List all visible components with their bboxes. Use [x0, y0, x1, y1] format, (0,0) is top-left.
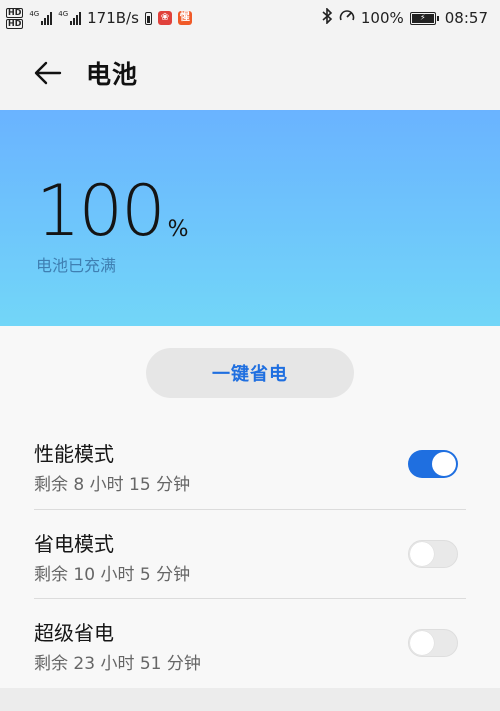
power-mode-list: 性能模式 剩余 8 小时 15 分钟 省电模式 剩余 10 小时 5 分钟 超级… [0, 420, 500, 687]
hd-badge-1: HD [6, 7, 24, 18]
battery-level-number: 100 [36, 170, 166, 252]
battery-level-panel: 100 % 电池已充满 [0, 110, 500, 326]
page-title: 电池 [86, 60, 139, 89]
hd-badge-2: HD [6, 18, 24, 29]
mode-row-ultra-saving[interactable]: 超级省电 剩余 23 小时 51 分钟 [34, 598, 466, 687]
status-bar: HD HD 4G 4G 171B/s ❀ 惺 100% ⚡ 08:57 [0, 0, 500, 36]
app-notification-icon: ❀ [157, 11, 172, 25]
notification-battery-icon [144, 11, 152, 25]
battery-settings-screen: HD HD 4G 4G 171B/s ❀ 惺 100% ⚡ 08:57 电池 1… [0, 0, 500, 711]
status-bar-left: HD HD 4G 4G 171B/s ❀ 惺 [6, 7, 192, 29]
clock: 08:57 [444, 9, 488, 27]
status-bar-right: 100% ⚡ 08:57 [322, 7, 488, 28]
mode-name: 超级省电 [34, 621, 114, 645]
battery-level: 100 % [36, 176, 189, 246]
battery-icon: ⚡ [409, 11, 439, 25]
bottom-strip [0, 688, 500, 711]
signal-icon: 4G [29, 10, 53, 25]
performance-mode-toggle[interactable] [408, 450, 458, 478]
battery-status-text: 电池已充满 [36, 256, 117, 275]
content-panel: 一键省电 性能模式 剩余 8 小时 15 分钟 省电模式 剩余 10 小时 5 … [0, 326, 500, 688]
app-notification-icon: 惺 [177, 11, 192, 25]
toggle-knob [410, 542, 434, 566]
bluetooth-icon [322, 7, 333, 28]
battery-level-unit: % [167, 217, 189, 242]
arrow-left-icon [34, 61, 62, 85]
ultra-power-saving-toggle[interactable] [408, 629, 458, 657]
power-saving-mode-toggle[interactable] [408, 540, 458, 568]
toggle-knob [432, 452, 456, 476]
signal-icon: 4G [58, 10, 82, 25]
mode-name: 性能模式 [34, 442, 114, 466]
hd-icon: HD HD [6, 7, 24, 29]
toggle-knob [410, 631, 434, 655]
network-type-2: 4G [58, 10, 69, 18]
mode-row-power-saving[interactable]: 省电模式 剩余 10 小时 5 分钟 [34, 509, 466, 598]
app-bar: 电池 [0, 36, 500, 110]
battery-percent-text: 100% [360, 9, 404, 27]
network-type-1: 4G [29, 10, 40, 18]
mode-remaining-time: 剩余 23 小时 51 分钟 [34, 654, 201, 674]
mode-remaining-time: 剩余 10 小时 5 分钟 [34, 565, 191, 585]
mode-row-performance[interactable]: 性能模式 剩余 8 小时 15 分钟 [34, 420, 466, 509]
one-key-power-save-button[interactable]: 一键省电 [146, 348, 354, 398]
network-speed: 171B/s [87, 9, 139, 27]
alarm-speed-icon [339, 8, 355, 28]
back-button[interactable] [26, 51, 70, 95]
mode-remaining-time: 剩余 8 小时 15 分钟 [34, 475, 191, 495]
mode-name: 省电模式 [34, 532, 114, 556]
